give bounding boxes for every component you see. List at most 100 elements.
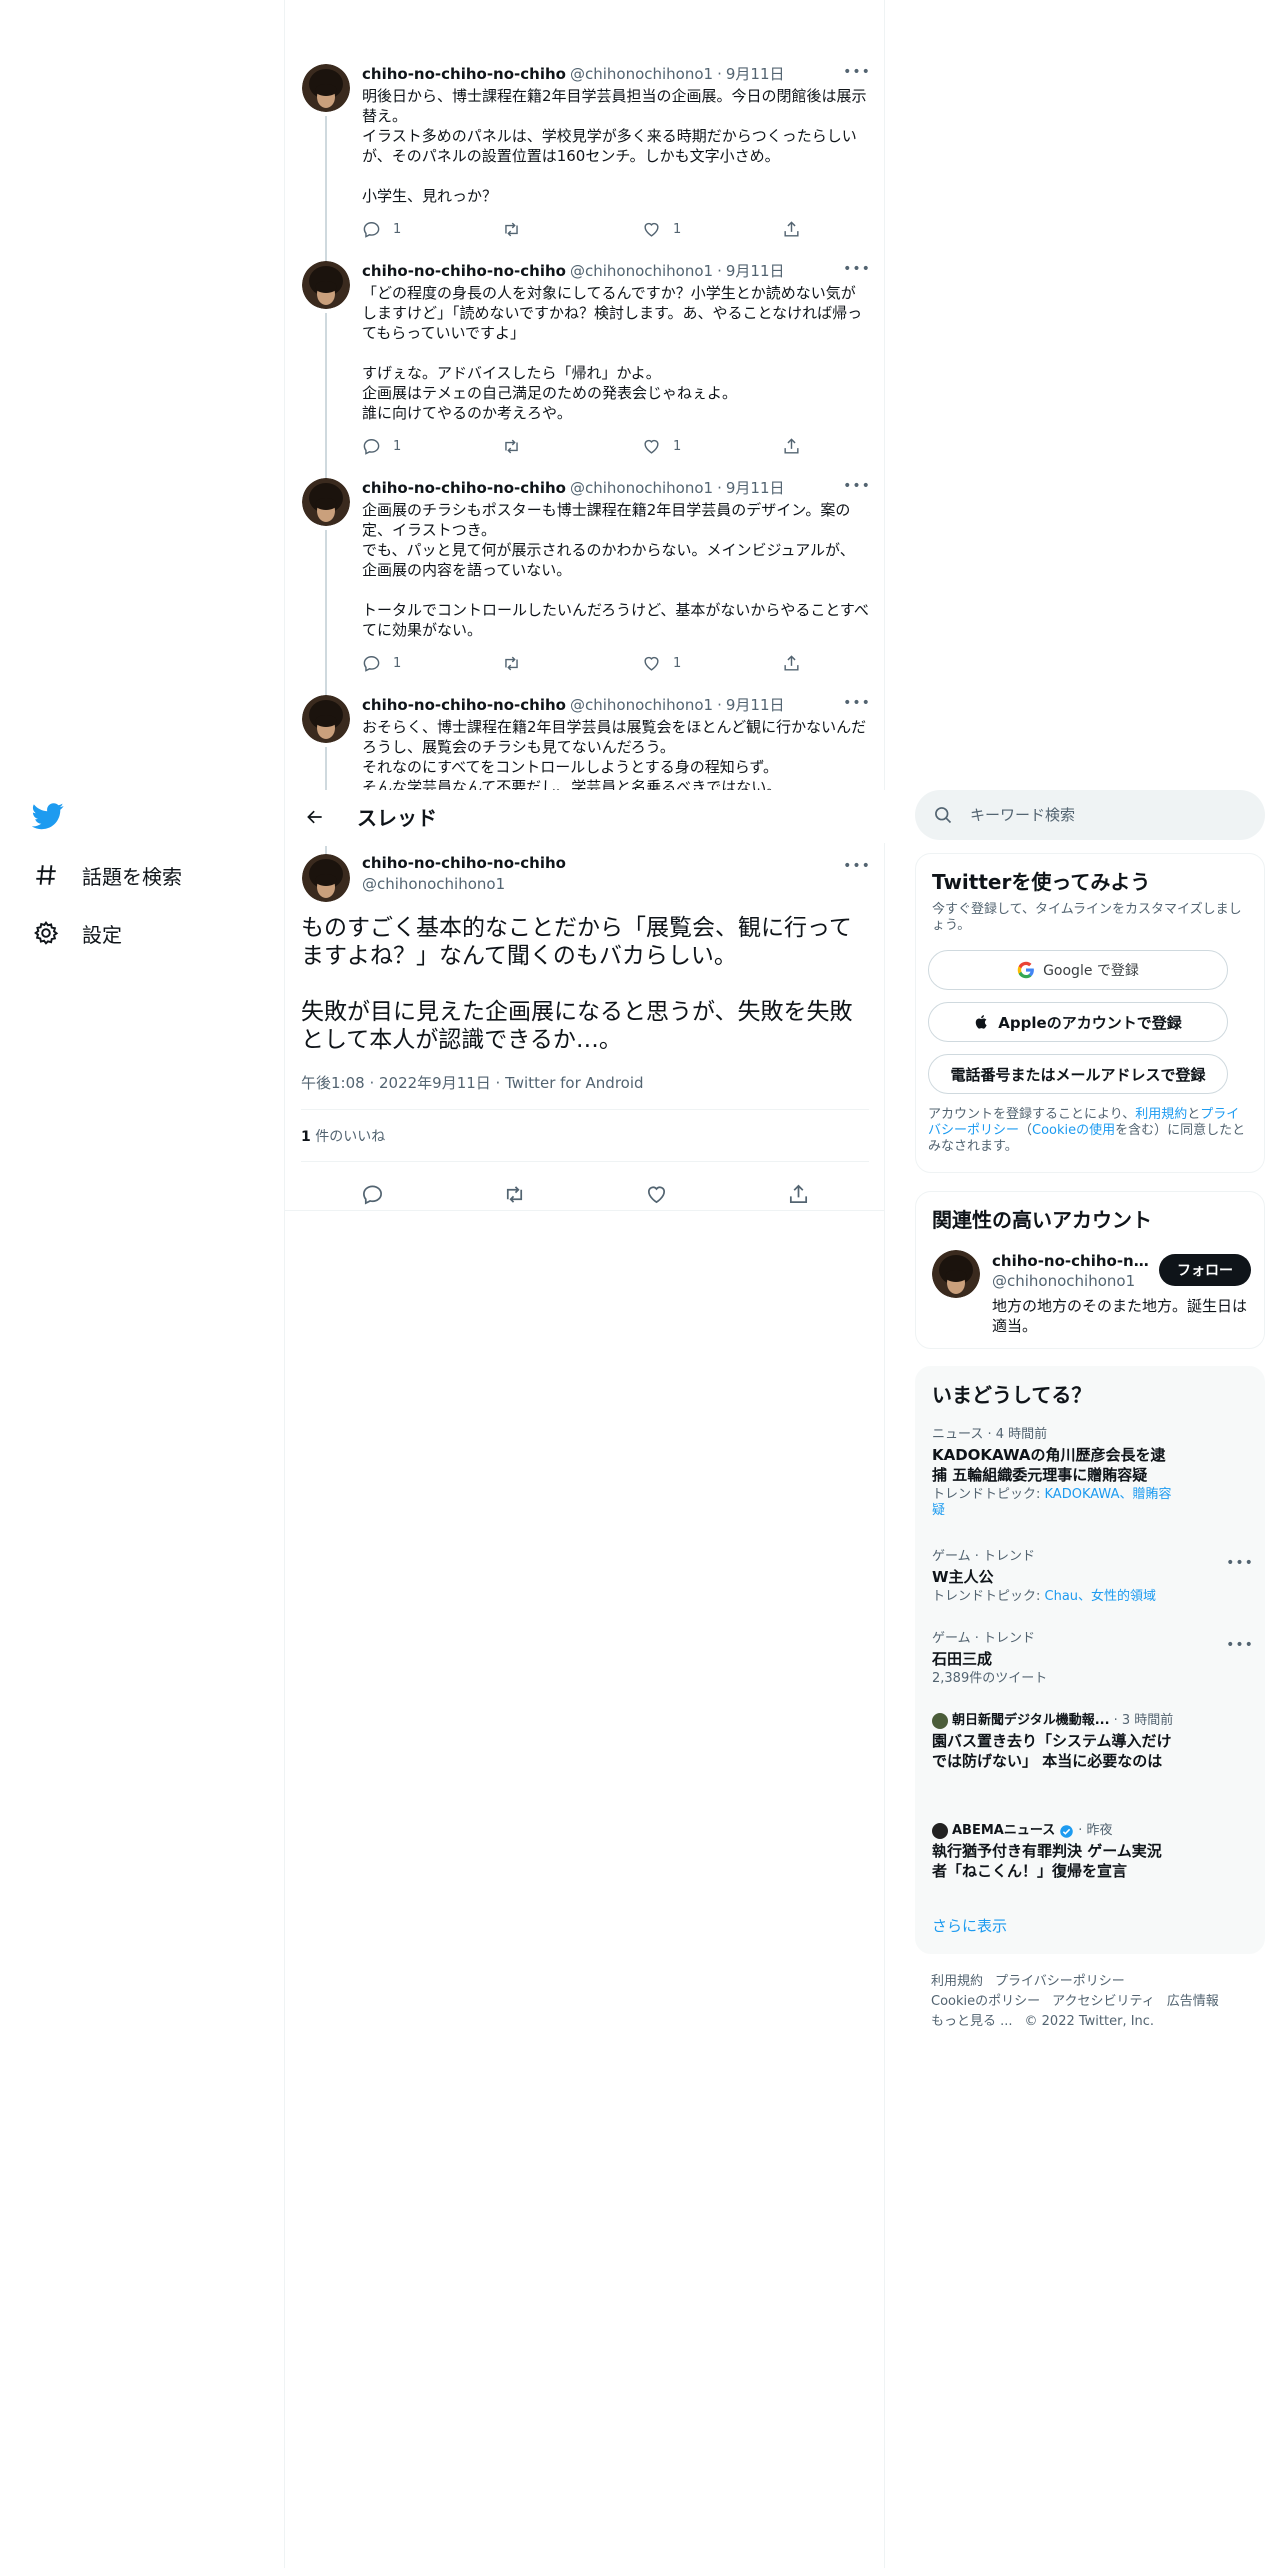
trend-item[interactable]: 朝日新聞デジタル機動報... · 3 時間前 園バス置き去り「システム導入だけで… [932, 1713, 1252, 1771]
nav-settings[interactable]: 設定 [32, 915, 122, 951]
trends-title: いまどうしてる？ [932, 1383, 1092, 1407]
footer-accessibility[interactable]: アクセシビリティ [1052, 1994, 1155, 2009]
avatar[interactable] [302, 261, 350, 309]
more-options-icon[interactable]: ••• [1226, 1633, 1253, 1657]
share-icon [784, 220, 799, 237]
phone-email-signup-button[interactable]: 電話番号またはメールアドレスで登録 [928, 1054, 1228, 1094]
tweet-date[interactable]: 9月11日 [726, 695, 785, 715]
search-box[interactable] [915, 790, 1265, 840]
author-handle[interactable]: @chihonochihono1 [570, 695, 713, 715]
author-name[interactable]: chiho-no-chiho-no-chiho [362, 64, 566, 84]
avatar[interactable] [302, 695, 350, 743]
trend-item[interactable]: ニュース · 4 時間前 KADOKAWAの角川歴彦会長を逮捕 五輪組織委元理事… [932, 1427, 1252, 1519]
tweet-timestamp[interactable]: 午後1:08 · 2022年9月11日 · Twitter for Androi… [301, 1072, 644, 1093]
reply-button[interactable]: 1 [362, 653, 442, 673]
left-navigation: 話題を検索 設定 [0, 0, 285, 2568]
google-signup-button[interactable]: Google で登録 [928, 950, 1228, 990]
like-button[interactable]: 1 [642, 219, 722, 239]
author-handle[interactable]: @chihonochihono1 [570, 261, 713, 281]
trend-meta: ゲーム · トレンド [932, 1631, 1036, 1646]
signup-card: Twitterを使ってみよう 今すぐ登録して、タイムラインをカスタマイズしましょ… [915, 853, 1265, 1173]
thread-tweet[interactable]: chiho-no-chiho-no-chiho @chihonochihono1… [285, 478, 885, 696]
account-handle[interactable]: @chihonochihono1 [992, 1272, 1135, 1290]
like-button[interactable]: 1 [642, 653, 722, 673]
author-name[interactable]: chiho-no-chiho-no-chiho [362, 261, 566, 281]
avatar[interactable] [302, 64, 350, 112]
account-name[interactable]: chiho-no-chiho-no-chiho [992, 1252, 1152, 1270]
retweet-button[interactable] [494, 1174, 534, 1214]
search-input[interactable] [970, 790, 1250, 840]
trend-title: 執行猶予付き有罪判決 ゲーム実況者「ねこくん！」復帰を宣言 [932, 1842, 1162, 1880]
author-name[interactable]: chiho-no-chiho-no-chiho [362, 695, 566, 715]
related-accounts-card: 関連性の高いアカウント chiho-no-chiho-no-chiho @chi… [915, 1191, 1265, 1349]
thread-tweet[interactable]: chiho-no-chiho-no-chiho @chihonochihono1… [285, 695, 885, 790]
footer-terms[interactable]: 利用規約 [931, 1974, 983, 1989]
footer-more[interactable]: もっと見る ... [931, 2014, 1013, 2029]
share-icon [784, 437, 799, 454]
footer-privacy[interactable]: プライバシーポリシー [995, 1974, 1125, 1989]
news-time: · 昨夜 [1078, 1823, 1113, 1838]
more-options-icon[interactable]: ••• [843, 854, 870, 878]
main-column: chiho-no-chiho-no-chiho @chihonochihono1… [285, 0, 885, 2568]
like-button[interactable]: 1 [642, 436, 722, 456]
share-button[interactable] [782, 219, 802, 239]
trend-item[interactable]: ゲーム · トレンド W主人公 トレンドトピック: Chau、女性的領域 ••• [932, 1549, 1253, 1605]
trend-item[interactable]: ゲーム · トレンド 石田三成 2,389件のツイート ••• [932, 1631, 1253, 1687]
author-handle[interactable]: @chihonochihono1 [570, 478, 713, 498]
share-button[interactable] [778, 1174, 818, 1214]
reply-button[interactable]: 1 [362, 219, 442, 239]
cookie-link[interactable]: Cookieの使用 [1032, 1123, 1115, 1138]
tweet-text: おそらく、博士課程在籍2年目学芸員は展覧会をほとんど観に行かないんだろうし、展覧… [362, 718, 867, 790]
thread-tweet[interactable]: chiho-no-chiho-no-chiho @chihonochihono1… [285, 64, 885, 264]
more-options-icon[interactable]: ••• [843, 60, 870, 84]
retweet-button[interactable] [502, 219, 582, 239]
like-button[interactable] [636, 1174, 676, 1214]
retweet-button[interactable] [502, 653, 582, 673]
more-options-icon[interactable]: ••• [843, 257, 870, 281]
trend-topic-link[interactable]: Chau、女性的領域 [1045, 1589, 1157, 1604]
follow-button[interactable]: フォロー [1159, 1254, 1251, 1286]
share-icon [789, 1184, 807, 1203]
retweet-button[interactable] [502, 436, 582, 456]
reply-button[interactable] [352, 1174, 392, 1214]
retweet-icon [505, 656, 518, 670]
footer-cookie[interactable]: Cookieのポリシー [931, 1994, 1040, 2009]
show-more-link[interactable]: さらに表示 [932, 1915, 1007, 1936]
trend-meta: 朝日新聞デジタル機動報... · 3 時間前 [932, 1713, 1252, 1729]
reply-button[interactable]: 1 [362, 436, 442, 456]
nav-explore-label: 話題を検索 [82, 864, 182, 889]
search-icon [935, 807, 952, 824]
terms-link[interactable]: 利用規約 [1135, 1107, 1187, 1122]
trend-item[interactable]: ABEMAニュース · 昨夜 執行猶予付き有罪判決 ゲーム実況者「ねこくん！」復… [932, 1823, 1252, 1881]
apple-signup-label: Appleのアカウントで登録 [998, 1013, 1182, 1032]
avatar[interactable] [932, 1250, 980, 1298]
share-button[interactable] [782, 653, 802, 673]
tweet-date[interactable]: 9月11日 [726, 64, 785, 84]
more-options-icon[interactable]: ••• [843, 474, 870, 498]
more-options-icon[interactable]: ••• [1226, 1551, 1253, 1575]
footer-copyright: © 2022 Twitter, Inc. [1024, 2014, 1155, 2029]
more-options-icon[interactable]: ••• [843, 695, 870, 715]
apple-signup-button[interactable]: Appleのアカウントで登録 [928, 1002, 1228, 1042]
share-button[interactable] [782, 436, 802, 456]
avatar[interactable] [302, 478, 350, 526]
nav-explore[interactable]: 話題を検索 [32, 857, 182, 893]
tweet-date[interactable]: 9月11日 [726, 261, 785, 281]
author-name[interactable]: chiho-no-chiho-no-chiho [362, 478, 566, 498]
likes-summary[interactable]: 1 件のいいね [301, 1126, 385, 1146]
author-handle[interactable]: @chihonochihono1 [570, 64, 713, 84]
author-handle[interactable]: @chihonochihono1 [362, 875, 505, 893]
tweet-actions: 1 1 [362, 436, 802, 456]
author-name[interactable]: chiho-no-chiho-no-chiho [362, 854, 566, 872]
back-button[interactable] [297, 799, 333, 835]
thread-tweet[interactable]: chiho-no-chiho-no-chiho @chihonochihono1… [285, 261, 885, 479]
thread-connector [325, 116, 327, 264]
tweet-date[interactable]: 9月11日 [726, 478, 785, 498]
twitter-bird-icon[interactable] [31, 800, 64, 832]
trend-title: 園バス置き去り「システム導入だけでは防げない」 本当に必要なのは [932, 1732, 1172, 1770]
divider [285, 1210, 885, 1211]
footer-ads[interactable]: 広告情報 [1167, 1994, 1219, 2009]
separator-dot: · [717, 262, 722, 280]
heart-icon [644, 656, 659, 671]
avatar[interactable] [302, 854, 350, 902]
